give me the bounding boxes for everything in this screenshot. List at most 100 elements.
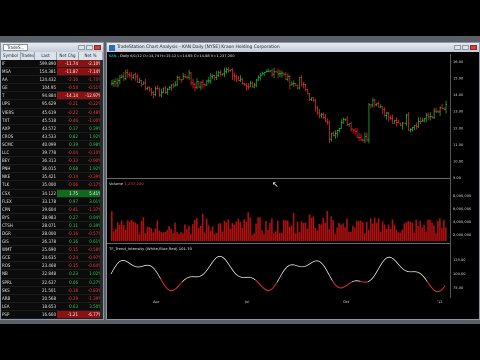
radar-row[interactable]: SKS 21.501 -0.18 -0.83% — [1, 287, 103, 295]
indicator-value: 101.70 — [178, 246, 192, 251]
volume-bar — [247, 212, 249, 241]
volume-bar — [237, 218, 240, 241]
volume-bar — [332, 220, 334, 241]
indicator-low-segment — [175, 286, 179, 289]
row-trades — [21, 100, 35, 107]
chart-window[interactable]: TradeStation Chart Analysis - KAN Daily … — [106, 42, 480, 320]
volume-bar — [445, 227, 447, 241]
row-last: 104.95 — [42, 85, 56, 91]
volume-bar — [132, 221, 135, 241]
volume-bar — [397, 232, 400, 241]
radar-row[interactable]: SPRL 22.637 0.06 0.27% — [1, 279, 103, 287]
volume-bar — [176, 231, 178, 241]
radar-row[interactable]: ARB 20.568 -0.29 -1.39% — [1, 295, 103, 303]
radarscreen-window[interactable]: TradeS... Symbol Trades Last Net Chg Net… — [0, 42, 104, 320]
row-trades — [21, 246, 35, 253]
volume-bar — [352, 225, 354, 241]
radarscreen-tab[interactable]: TradeS... — [3, 44, 29, 51]
col-trades[interactable]: Trades — [21, 52, 35, 60]
volume-bar — [273, 233, 275, 241]
maximize-button[interactable] — [86, 45, 93, 50]
volume-bar — [134, 222, 137, 241]
volume-bar — [377, 218, 380, 241]
volume-bar — [300, 221, 303, 241]
radar-row[interactable]: FLEX 33.178 0.97 3.01% — [1, 198, 103, 206]
radar-row[interactable]: AXP 43.572 0.17 0.39% — [1, 125, 103, 133]
col-last[interactable]: Last — [35, 52, 57, 60]
radar-row[interactable]: VIERS 45.619 -0.22 -0.48% — [1, 109, 103, 117]
indicator-low-segment — [343, 285, 347, 288]
volume-bar — [138, 234, 141, 241]
radarscreen-titlebar[interactable]: TradeS... — [1, 43, 103, 52]
radar-row[interactable]: PSP 16.660 -1.21 -6.77% — [1, 310, 103, 319]
radar-row[interactable]: CSX 34.122 1.75 5.41% — [1, 189, 103, 198]
radar-row[interactable]: WMT 25.690 -0.15 -0.58% — [1, 246, 103, 255]
indicator-axis-tick: 100.00 — [453, 272, 466, 276]
volume-bar — [112, 231, 115, 241]
row-symbol: NB — [2, 271, 8, 277]
volume-bar — [158, 230, 161, 241]
indicator-low-segment — [334, 283, 337, 287]
radar-row[interactable]: BEY 36.313 -0.33 -0.90% — [1, 157, 103, 166]
col-net-pct[interactable]: Net % — [79, 52, 103, 60]
radar-row[interactable]: CPN 29.604 -0.41 -1.37% — [1, 206, 103, 214]
pane-divider-price-volume[interactable] — [107, 178, 450, 179]
row-last: 45.619 — [42, 109, 56, 115]
row-last: 34.122 — [42, 190, 56, 196]
radar-row[interactable]: TXT 45.518 -0.46 -1.00% — [1, 117, 103, 125]
row-symbol: WMT — [2, 247, 12, 253]
radar-row[interactable]: T 94.884 -14.14 -12.97% — [1, 92, 103, 101]
indicator-low-segment — [345, 283, 349, 287]
radar-row[interactable]: GCE 24.635 -0.24 -0.97% — [1, 254, 103, 263]
radarscreen-scrollbar[interactable] — [100, 60, 103, 318]
volume-bar — [156, 220, 159, 241]
row-net-chg: -0.16 — [67, 230, 78, 236]
minimize-button[interactable] — [78, 45, 85, 50]
radar-row[interactable]: TLK 35.000 -0.06 -0.17% — [1, 181, 103, 190]
volume-bar — [241, 227, 244, 241]
radar-row[interactable]: BYS 28.983 0.27 0.94% — [1, 214, 103, 222]
indicator-low-segment — [179, 281, 183, 285]
radar-row[interactable]: PNH 36.015 0.68 1.92% — [1, 165, 103, 174]
volume-bar — [348, 231, 350, 241]
pane-divider-volume-indicator[interactable] — [107, 243, 450, 244]
radar-row[interactable]: NB 22.848 0.23 1.02% — [1, 270, 103, 279]
indicator-low-segment — [164, 284, 167, 288]
volume-bar — [409, 221, 412, 241]
volume-bar — [182, 233, 184, 241]
radar-row[interactable]: ROS 23.468 -0.15 -0.64% — [1, 262, 103, 271]
radar-row[interactable]: GIS 26.378 0.16 0.61% — [1, 238, 103, 247]
volume-bar — [229, 228, 232, 241]
volume-bar — [282, 219, 285, 241]
row-symbol: SKS — [2, 287, 10, 293]
col-net-chg[interactable]: Net Chg — [57, 52, 79, 60]
radar-row[interactable]: GE 104.95 -0.54 -0.51% — [1, 84, 103, 93]
price-chart-svg[interactable]: 16.00 15.00 14.00 13.00 12.00 11.00 10.00 9.00 8… — [107, 43, 479, 319]
radar-row[interactable]: DGR 28.000 -0.16 -0.57% — [1, 230, 103, 239]
radar-row[interactable]: SCMC 40.099 0.39 0.98% — [1, 141, 103, 150]
radar-row[interactable]: UPS 95.629 -0.21 -0.22% — [1, 100, 103, 109]
radar-row[interactable]: MSA 154.381 -11.87 -7.14% — [1, 68, 103, 77]
radar-row[interactable]: CROS 43.533 0.82 1.92% — [1, 133, 103, 141]
volume-bar — [249, 217, 251, 241]
volume-bar — [417, 225, 419, 241]
volume-bar — [195, 217, 198, 241]
volume-bar — [188, 225, 190, 241]
row-symbol: PNH — [2, 166, 11, 172]
row-net-chg: -11.87 — [57, 68, 79, 76]
volume-bar — [413, 232, 415, 241]
radar-row[interactable]: NKE 35.421 -0.14 -0.39% — [1, 173, 103, 182]
close-button[interactable] — [94, 45, 101, 50]
radar-row[interactable]: IF 599.890 -11.74 -2.10% — [1, 60, 103, 69]
row-trades — [21, 311, 35, 318]
row-net-chg: 0.68 — [69, 166, 78, 172]
row-net-chg: -0.15 — [67, 263, 78, 269]
radar-row[interactable]: CTSH 28.071 0.11 0.39% — [1, 222, 103, 230]
radar-row[interactable]: LLC 39.778 -0.04 -0.10% — [1, 149, 103, 158]
radar-row[interactable]: LEA 18.653 0.63 3.50% — [1, 303, 103, 311]
volume-bar — [399, 232, 402, 241]
row-symbol: LLC — [2, 150, 10, 156]
radar-row[interactable]: AA 124.432 -2.16 -1.70% — [1, 76, 103, 85]
volume-bar — [215, 232, 218, 241]
col-symbol[interactable]: Symbol — [1, 52, 21, 60]
